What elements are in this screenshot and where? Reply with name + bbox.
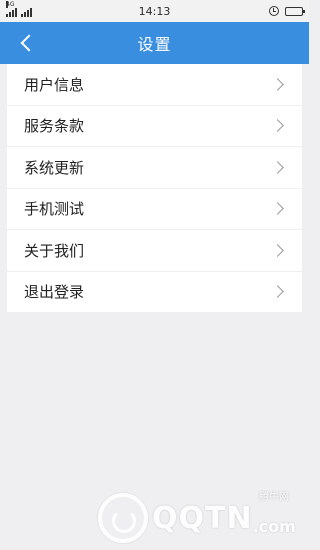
alarm-icon — [269, 6, 279, 16]
status-time: 14:13 — [138, 4, 171, 18]
menu-item-phone-test[interactable]: 手机测试 — [7, 188, 302, 229]
watermark-site-name: 腾牛网 — [259, 492, 289, 503]
signal-indicators: 4G — [6, 1, 32, 17]
chevron-left-icon — [20, 34, 38, 52]
menu-item-logout[interactable]: 退出登录 — [7, 271, 302, 312]
network-type: 4G — [6, 1, 15, 8]
menu-item-label: 系统更新 — [24, 158, 85, 177]
back-button[interactable] — [14, 31, 38, 55]
watermark-logo: QQTN .com 腾牛网 — [98, 490, 303, 546]
menu-item-label: 手机测试 — [24, 200, 85, 219]
watermark-domain-suffix: .com — [252, 517, 296, 536]
menu-item-about-us[interactable]: 关于我们 — [7, 230, 302, 271]
signal-icon: 4G — [6, 1, 17, 17]
watermark-emblem-icon — [98, 493, 148, 543]
menu-item-terms[interactable]: 服务条款 — [7, 105, 302, 146]
chevron-right-icon — [271, 160, 284, 174]
menu-item-system-update[interactable]: 系统更新 — [7, 147, 302, 188]
chevron-right-icon — [271, 202, 284, 216]
watermark-brand: QQTN — [152, 500, 253, 536]
signal-icon-secondary — [21, 7, 32, 17]
status-icons — [269, 6, 305, 16]
title-bar: 设置 — [0, 22, 309, 64]
menu-item-label: 服务条款 — [24, 117, 85, 136]
settings-menu: 用户信息 服务条款 系统更新 手机测试 关于我们 退出登录 — [7, 64, 302, 313]
chevron-right-icon — [271, 285, 284, 299]
status-bar: 4G 14:13 — [0, 0, 309, 22]
menu-item-user-info[interactable]: 用户信息 — [7, 64, 302, 105]
chevron-right-icon — [271, 243, 284, 257]
page-title: 设置 — [137, 35, 172, 54]
menu-item-label: 用户信息 — [24, 75, 85, 94]
menu-item-label: 关于我们 — [24, 241, 85, 260]
battery-icon — [285, 6, 305, 16]
chevron-right-icon — [271, 77, 284, 91]
menu-item-label: 退出登录 — [24, 283, 85, 302]
chevron-right-icon — [271, 119, 284, 133]
